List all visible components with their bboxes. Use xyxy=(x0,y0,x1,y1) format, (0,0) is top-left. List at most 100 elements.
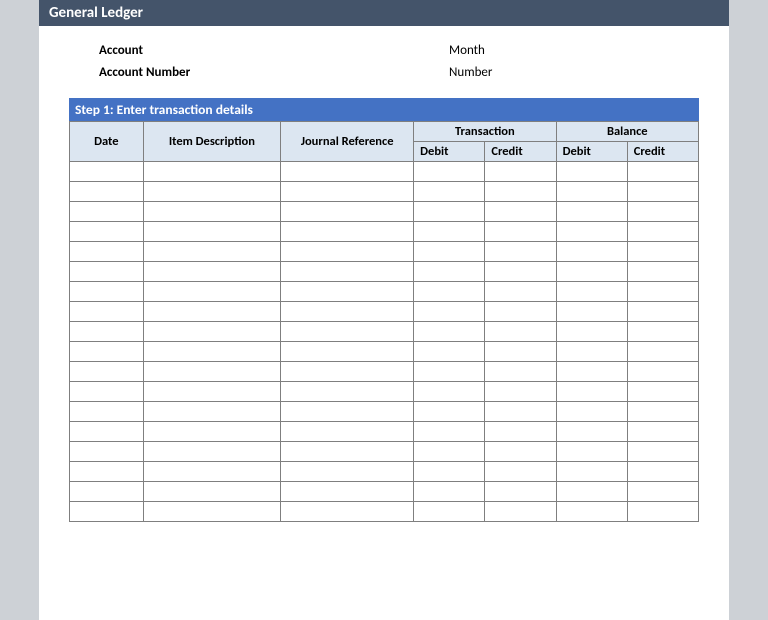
cell-desc[interactable] xyxy=(143,222,281,242)
cell-b_debit[interactable] xyxy=(556,162,627,182)
cell-ref[interactable] xyxy=(281,442,414,462)
cell-t_credit[interactable] xyxy=(485,422,556,442)
cell-date[interactable] xyxy=(70,322,144,342)
cell-t_credit[interactable] xyxy=(485,202,556,222)
cell-t_credit[interactable] xyxy=(485,182,556,202)
cell-date[interactable] xyxy=(70,422,144,442)
cell-date[interactable] xyxy=(70,182,144,202)
cell-t_debit[interactable] xyxy=(414,402,485,422)
cell-b_credit[interactable] xyxy=(627,442,698,462)
cell-t_credit[interactable] xyxy=(485,502,556,522)
cell-b_debit[interactable] xyxy=(556,462,627,482)
cell-b_credit[interactable] xyxy=(627,282,698,302)
cell-t_debit[interactable] xyxy=(414,162,485,182)
cell-ref[interactable] xyxy=(281,342,414,362)
cell-date[interactable] xyxy=(70,502,144,522)
cell-b_credit[interactable] xyxy=(627,362,698,382)
cell-date[interactable] xyxy=(70,482,144,502)
cell-b_debit[interactable] xyxy=(556,302,627,322)
cell-ref[interactable] xyxy=(281,422,414,442)
cell-b_debit[interactable] xyxy=(556,442,627,462)
cell-date[interactable] xyxy=(70,362,144,382)
cell-date[interactable] xyxy=(70,462,144,482)
cell-t_debit[interactable] xyxy=(414,422,485,442)
cell-desc[interactable] xyxy=(143,482,281,502)
cell-t_debit[interactable] xyxy=(414,262,485,282)
cell-b_debit[interactable] xyxy=(556,202,627,222)
cell-ref[interactable] xyxy=(281,462,414,482)
cell-b_debit[interactable] xyxy=(556,422,627,442)
cell-desc[interactable] xyxy=(143,182,281,202)
cell-t_credit[interactable] xyxy=(485,342,556,362)
cell-desc[interactable] xyxy=(143,282,281,302)
cell-b_credit[interactable] xyxy=(627,262,698,282)
cell-ref[interactable] xyxy=(281,242,414,262)
cell-b_debit[interactable] xyxy=(556,362,627,382)
cell-ref[interactable] xyxy=(281,302,414,322)
cell-ref[interactable] xyxy=(281,362,414,382)
cell-t_credit[interactable] xyxy=(485,382,556,402)
cell-date[interactable] xyxy=(70,442,144,462)
cell-t_debit[interactable] xyxy=(414,182,485,202)
cell-t_debit[interactable] xyxy=(414,242,485,262)
cell-b_credit[interactable] xyxy=(627,322,698,342)
cell-desc[interactable] xyxy=(143,502,281,522)
cell-t_credit[interactable] xyxy=(485,302,556,322)
cell-b_debit[interactable] xyxy=(556,382,627,402)
cell-date[interactable] xyxy=(70,222,144,242)
cell-desc[interactable] xyxy=(143,382,281,402)
cell-b_credit[interactable] xyxy=(627,302,698,322)
cell-b_debit[interactable] xyxy=(556,242,627,262)
cell-t_credit[interactable] xyxy=(485,442,556,462)
cell-b_credit[interactable] xyxy=(627,482,698,502)
cell-b_credit[interactable] xyxy=(627,382,698,402)
cell-b_credit[interactable] xyxy=(627,222,698,242)
cell-b_debit[interactable] xyxy=(556,322,627,342)
cell-b_debit[interactable] xyxy=(556,502,627,522)
cell-t_debit[interactable] xyxy=(414,342,485,362)
cell-date[interactable] xyxy=(70,202,144,222)
cell-t_credit[interactable] xyxy=(485,242,556,262)
cell-t_debit[interactable] xyxy=(414,302,485,322)
cell-b_credit[interactable] xyxy=(627,462,698,482)
cell-b_credit[interactable] xyxy=(627,402,698,422)
cell-t_debit[interactable] xyxy=(414,282,485,302)
cell-b_debit[interactable] xyxy=(556,402,627,422)
cell-desc[interactable] xyxy=(143,302,281,322)
cell-desc[interactable] xyxy=(143,262,281,282)
cell-b_debit[interactable] xyxy=(556,182,627,202)
cell-date[interactable] xyxy=(70,302,144,322)
cell-t_debit[interactable] xyxy=(414,502,485,522)
cell-t_debit[interactable] xyxy=(414,382,485,402)
cell-t_debit[interactable] xyxy=(414,222,485,242)
cell-ref[interactable] xyxy=(281,382,414,402)
cell-b_credit[interactable] xyxy=(627,502,698,522)
cell-desc[interactable] xyxy=(143,162,281,182)
cell-t_credit[interactable] xyxy=(485,482,556,502)
cell-ref[interactable] xyxy=(281,502,414,522)
cell-date[interactable] xyxy=(70,402,144,422)
cell-b_credit[interactable] xyxy=(627,202,698,222)
cell-t_credit[interactable] xyxy=(485,322,556,342)
cell-desc[interactable] xyxy=(143,402,281,422)
cell-ref[interactable] xyxy=(281,482,414,502)
cell-date[interactable] xyxy=(70,342,144,362)
cell-t_debit[interactable] xyxy=(414,322,485,342)
cell-date[interactable] xyxy=(70,282,144,302)
cell-b_credit[interactable] xyxy=(627,182,698,202)
cell-b_debit[interactable] xyxy=(556,482,627,502)
cell-ref[interactable] xyxy=(281,222,414,242)
cell-desc[interactable] xyxy=(143,322,281,342)
cell-t_credit[interactable] xyxy=(485,262,556,282)
cell-b_credit[interactable] xyxy=(627,162,698,182)
cell-t_credit[interactable] xyxy=(485,362,556,382)
cell-ref[interactable] xyxy=(281,162,414,182)
cell-t_debit[interactable] xyxy=(414,362,485,382)
cell-b_debit[interactable] xyxy=(556,262,627,282)
cell-ref[interactable] xyxy=(281,182,414,202)
cell-t_credit[interactable] xyxy=(485,222,556,242)
cell-desc[interactable] xyxy=(143,442,281,462)
cell-b_credit[interactable] xyxy=(627,242,698,262)
cell-b_debit[interactable] xyxy=(556,342,627,362)
cell-b_debit[interactable] xyxy=(556,282,627,302)
